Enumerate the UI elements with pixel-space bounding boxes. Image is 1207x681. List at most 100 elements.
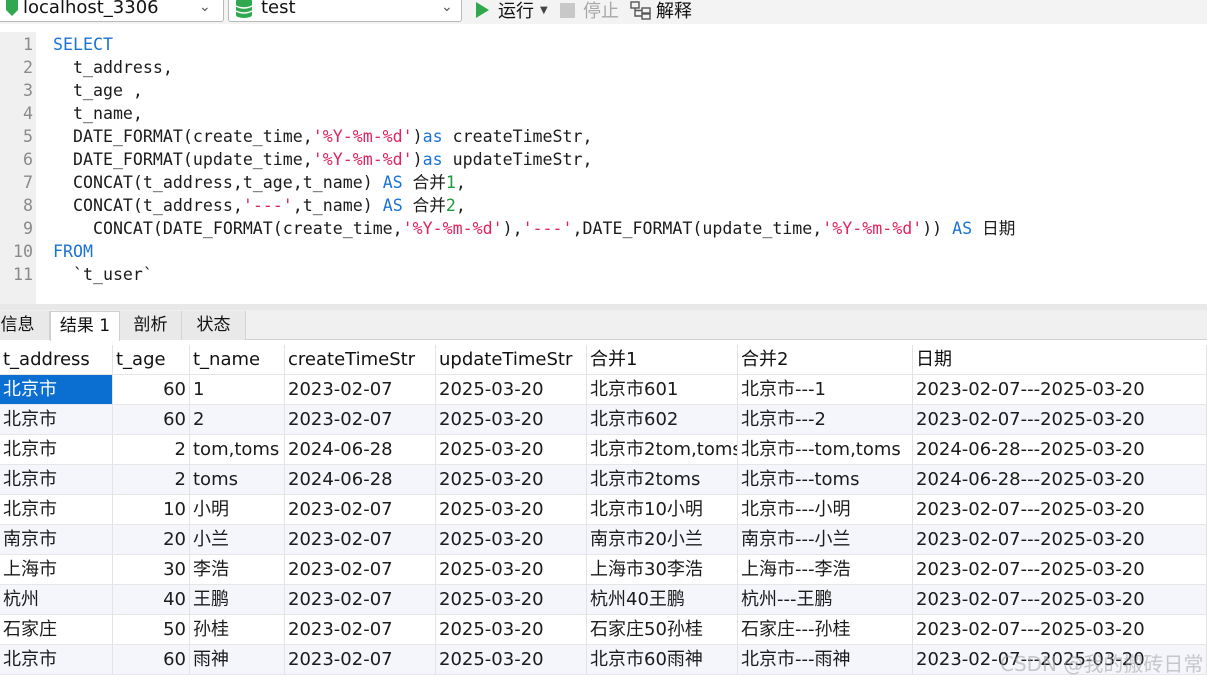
table-row[interactable]: 北京市 10 小明 2023-02-07 2025-03-20 北京市10小明 北京市---… xyxy=(0,495,1207,525)
table-cell[interactable]: 2024-06-28---2025-03-20 xyxy=(913,435,1207,465)
table-cell[interactable]: 2 xyxy=(113,435,190,465)
table-cell[interactable]: 杭州40王鹏 xyxy=(587,585,738,615)
table-cell[interactable]: 2023-02-07---2025-03-20 xyxy=(913,375,1207,405)
column-header[interactable]: t_age xyxy=(113,345,190,375)
table-cell[interactable]: 北京市10小明 xyxy=(587,495,738,525)
table-cell[interactable]: 北京市 xyxy=(0,375,113,405)
stop-button[interactable]: 停止 xyxy=(560,0,622,22)
tab-profile[interactable]: 剖析 xyxy=(120,311,182,340)
table-cell[interactable]: 2025-03-20 xyxy=(436,465,587,495)
table-cell[interactable]: 李浩 xyxy=(190,555,285,585)
column-header[interactable]: t_name xyxy=(190,345,285,375)
table-cell[interactable]: 2024-06-28 xyxy=(285,435,436,465)
table-row[interactable]: 杭州 40 王鹏 2023-02-07 2025-03-20 杭州40王鹏 杭州---王鹏 2… xyxy=(0,585,1207,615)
table-cell[interactable]: 雨神 xyxy=(190,645,285,675)
table-cell[interactable]: 小明 xyxy=(190,495,285,525)
table-cell[interactable]: 2023-02-07 xyxy=(285,555,436,585)
table-cell[interactable]: 2023-02-07 xyxy=(285,645,436,675)
table-row[interactable]: 石家庄 50 孙桂 2023-02-07 2025-03-20 石家庄50孙桂 石家庄---… xyxy=(0,615,1207,645)
table-cell[interactable]: 北京市 xyxy=(0,435,113,465)
table-cell[interactable]: 60 xyxy=(113,405,190,435)
table-row[interactable]: 北京市 2 tom,toms 2024-06-28 2025-03-20 北京市2tom,… xyxy=(0,435,1207,465)
table-row[interactable]: 北京市 60 2 2023-02-07 2025-03-20 北京市602 北京市---2 2… xyxy=(0,405,1207,435)
tab-info[interactable]: 信息 xyxy=(0,311,50,340)
table-cell[interactable]: 2023-02-07---2025-03-20 xyxy=(913,585,1207,615)
table-cell[interactable]: 南京市 xyxy=(0,525,113,555)
sql-editor[interactable]: 1 SELECT 2 t_address, 3 t_age , 4 t_name, 5 D… xyxy=(0,32,1207,304)
table-cell[interactable]: 北京市---tom,toms xyxy=(738,435,913,465)
column-header[interactable]: 日期 xyxy=(913,345,1207,375)
table-cell[interactable]: 上海市30李浩 xyxy=(587,555,738,585)
table-cell[interactable]: 2025-03-20 xyxy=(436,615,587,645)
table-cell[interactable]: 2023-02-07---2025-03-20 xyxy=(913,615,1207,645)
table-cell[interactable]: 2025-03-20 xyxy=(436,375,587,405)
tab-result-1[interactable]: 结果 1 xyxy=(50,311,120,341)
table-cell[interactable]: 杭州 xyxy=(0,585,113,615)
table-cell[interactable]: 小兰 xyxy=(190,525,285,555)
table-cell[interactable]: 2024-06-28 xyxy=(285,465,436,495)
table-cell[interactable]: 北京市60雨神 xyxy=(587,645,738,675)
table-cell[interactable]: 50 xyxy=(113,615,190,645)
table-cell[interactable]: 2025-03-20 xyxy=(436,405,587,435)
table-cell[interactable]: 北京市602 xyxy=(587,405,738,435)
table-cell[interactable]: 2025-03-20 xyxy=(436,525,587,555)
table-cell[interactable]: 北京市 xyxy=(0,465,113,495)
table-cell[interactable]: 北京市601 xyxy=(587,375,738,405)
table-cell[interactable]: 石家庄---孙桂 xyxy=(738,615,913,645)
table-cell[interactable]: 孙桂 xyxy=(190,615,285,645)
table-cell[interactable]: 1 xyxy=(190,375,285,405)
table-cell[interactable]: toms xyxy=(190,465,285,495)
table-cell[interactable]: 南京市20小兰 xyxy=(587,525,738,555)
table-cell[interactable]: 2023-02-07 xyxy=(285,525,436,555)
table-cell[interactable]: 上海市---李浩 xyxy=(738,555,913,585)
table-cell[interactable]: 2023-02-07---2025-03-20 xyxy=(913,525,1207,555)
table-cell[interactable]: 10 xyxy=(113,495,190,525)
table-cell[interactable]: 2025-03-20 xyxy=(436,585,587,615)
table-cell[interactable]: 北京市 xyxy=(0,645,113,675)
table-cell[interactable]: 20 xyxy=(113,525,190,555)
table-cell[interactable]: 40 xyxy=(113,585,190,615)
table-cell[interactable]: 2023-02-07---2025-03-20 xyxy=(913,495,1207,525)
table-cell[interactable]: 2025-03-20 xyxy=(436,435,587,465)
tab-status[interactable]: 状态 xyxy=(182,311,246,340)
table-cell[interactable]: 北京市 xyxy=(0,495,113,525)
database-select[interactable]: test ⌄ xyxy=(228,0,462,22)
table-cell[interactable]: 北京市---小明 xyxy=(738,495,913,525)
table-cell[interactable]: 2023-02-07---2025-03-20 xyxy=(913,405,1207,435)
column-header[interactable]: 合并2 xyxy=(738,345,913,375)
column-header[interactable]: updateTimeStr xyxy=(436,345,587,375)
chevron-down-icon[interactable]: ⌄ xyxy=(199,0,211,15)
table-cell[interactable]: 杭州---王鹏 xyxy=(738,585,913,615)
table-cell[interactable]: 北京市---1 xyxy=(738,375,913,405)
column-header[interactable]: t_address xyxy=(0,345,113,375)
table-cell[interactable]: 2025-03-20 xyxy=(436,645,587,675)
table-cell[interactable]: 石家庄 xyxy=(0,615,113,645)
table-row[interactable]: 北京市 60 1 2023-02-07 2025-03-20 北京市601 北京市---1 2… xyxy=(0,375,1207,405)
table-cell[interactable]: 北京市 xyxy=(0,405,113,435)
table-cell[interactable]: 石家庄50孙桂 xyxy=(587,615,738,645)
table-cell[interactable]: 2023-02-07 xyxy=(285,615,436,645)
table-cell[interactable]: 2023-02-07 xyxy=(285,495,436,525)
table-row[interactable]: 上海市 30 李浩 2023-02-07 2025-03-20 上海市30李浩 上海市---… xyxy=(0,555,1207,585)
table-cell[interactable]: 60 xyxy=(113,645,190,675)
table-cell[interactable]: 北京市2toms xyxy=(587,465,738,495)
table-cell[interactable]: 2025-03-20 xyxy=(436,495,587,525)
table-cell[interactable]: 南京市---小兰 xyxy=(738,525,913,555)
table-cell[interactable]: 2 xyxy=(113,465,190,495)
table-cell[interactable]: 2023-02-07 xyxy=(285,585,436,615)
table-row[interactable]: 南京市 20 小兰 2023-02-07 2025-03-20 南京市20小兰 南京市---… xyxy=(0,525,1207,555)
run-button[interactable]: 运行 ▼ xyxy=(474,0,554,22)
table-cell[interactable]: 2 xyxy=(190,405,285,435)
table-cell[interactable]: 2023-02-07 xyxy=(285,375,436,405)
table-cell[interactable]: 北京市---2 xyxy=(738,405,913,435)
table-row[interactable]: 北京市 2 toms 2024-06-28 2025-03-20 北京市2toms 北京市-… xyxy=(0,465,1207,495)
table-cell[interactable]: 北京市---toms xyxy=(738,465,913,495)
table-cell[interactable]: 2024-06-28---2025-03-20 xyxy=(913,465,1207,495)
table-cell[interactable]: 60 xyxy=(113,375,190,405)
explain-button[interactable]: 解释 xyxy=(630,0,700,22)
table-cell[interactable]: 2023-02-07---2025-03-20 xyxy=(913,555,1207,585)
table-cell[interactable]: tom,toms xyxy=(190,435,285,465)
chevron-down-icon[interactable]: ⌄ xyxy=(441,0,453,15)
table-cell[interactable]: 王鹏 xyxy=(190,585,285,615)
table-cell[interactable]: 2023-02-07 xyxy=(285,405,436,435)
